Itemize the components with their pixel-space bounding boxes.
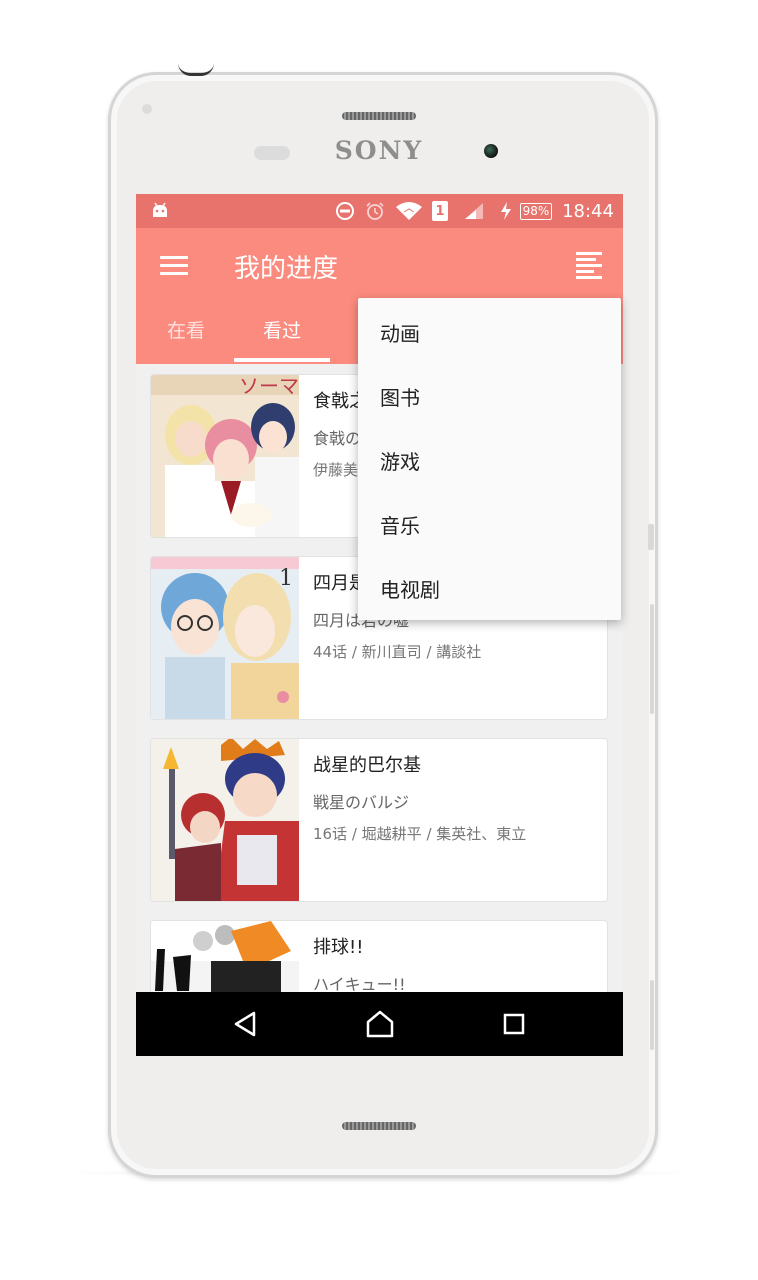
category-dropdown-menu: 动画 图书 游戏 音乐 电视剧 <box>358 298 621 620</box>
menu-item-tv[interactable]: 电视剧 <box>380 574 440 603</box>
back-icon[interactable] <box>230 1008 262 1040</box>
item-meta: 伊藤美 <box>313 461 359 479</box>
earpiece-speaker <box>342 112 416 120</box>
home-icon[interactable] <box>364 1008 396 1040</box>
battery-percent: 98% <box>519 202 553 220</box>
menu-icon[interactable] <box>160 256 188 278</box>
menu-item-games[interactable]: 游戏 <box>380 446 420 475</box>
navigation-bar <box>136 992 623 1056</box>
wifi-icon <box>394 194 424 228</box>
android-icon <box>150 194 170 228</box>
battery-indicator: 98% <box>516 194 556 228</box>
bottom-speaker <box>342 1122 416 1130</box>
cover-image <box>151 739 299 901</box>
notification-led <box>142 104 152 114</box>
cover-image: ソーマ <box>151 375 299 537</box>
list-item[interactable]: 战星的巴尔基 戦星のバルジ 16话 / 堀越耕平 / 集英社、東立 <box>150 738 608 902</box>
item-title: 排球!! <box>313 937 364 958</box>
item-meta: 44话 / 新川直司 / 講談社 <box>313 643 482 661</box>
cover-image: 1 <box>151 557 299 719</box>
tab-watching[interactable]: 在看 <box>166 316 206 343</box>
volume-button[interactable] <box>650 604 654 714</box>
recents-icon[interactable] <box>498 1008 530 1040</box>
tab-indicator <box>234 358 330 362</box>
front-camera <box>484 144 498 158</box>
svg-text:ソーマ: ソーマ <box>239 375 299 398</box>
device-brand: SONY <box>334 136 424 165</box>
item-subtitle: 戦星のバルジ <box>313 793 410 812</box>
item-title: 战星的巴尔基 <box>313 755 421 776</box>
page-title: 我的进度 <box>234 254 339 284</box>
do-not-disturb-icon <box>334 194 356 228</box>
item-meta: 16话 / 堀越耕平 / 集英社、東立 <box>313 825 527 843</box>
alarm-icon <box>364 194 386 228</box>
item-subtitle: ハイキュー!! <box>313 975 406 992</box>
item-subtitle: 食戟の <box>313 429 362 448</box>
camera-button[interactable] <box>650 980 654 1050</box>
menu-item-books[interactable]: 图书 <box>380 382 420 411</box>
menu-item-music[interactable]: 音乐 <box>380 510 420 539</box>
power-button[interactable] <box>648 524 654 550</box>
signal-icon <box>462 194 486 228</box>
menu-item-anime[interactable]: 动画 <box>380 318 420 347</box>
sort-icon[interactable] <box>576 252 602 279</box>
list-item[interactable]: 排球!! ハイキュー!! <box>150 920 608 992</box>
status-bar: 1 98% 18:44 <box>136 194 623 228</box>
proximity-sensor <box>254 146 290 160</box>
cover-image <box>151 921 299 992</box>
sim-icon: 1 <box>430 194 450 228</box>
tab-watched[interactable]: 看过 <box>262 316 302 343</box>
charging-icon <box>498 194 514 228</box>
clock: 18:44 <box>562 200 614 222</box>
